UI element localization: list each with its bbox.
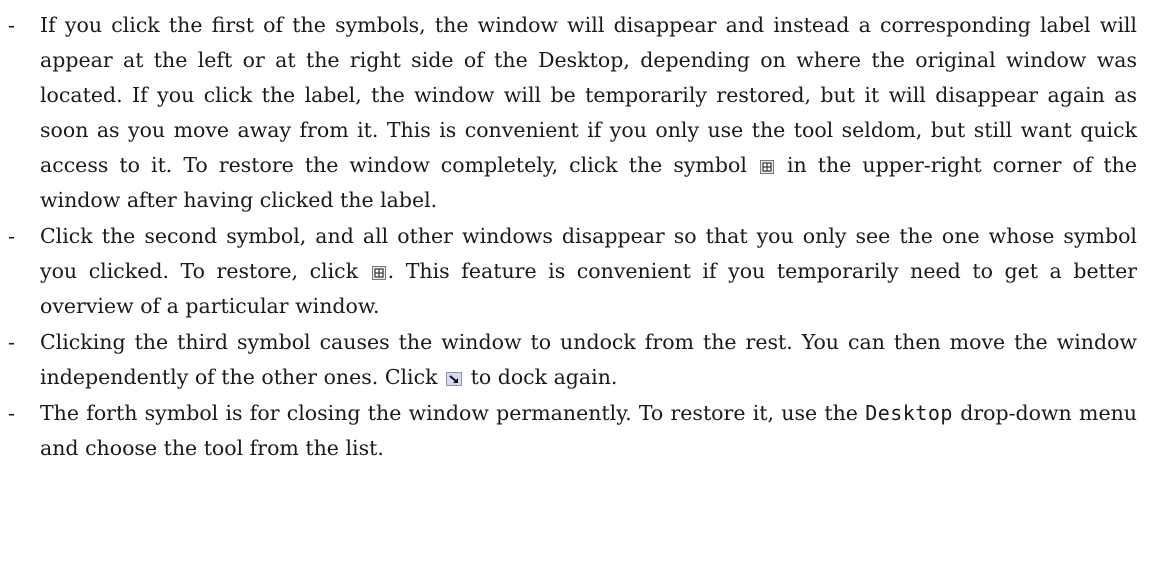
desktop-menu-name: Desktop — [865, 401, 953, 425]
restore-window-icon — [371, 266, 386, 280]
document-page: - If you click the first of the symbols,… — [0, 0, 1151, 580]
bullet-list: - If you click the first of the symbols,… — [0, 0, 1151, 466]
list-item-maximize-symbol: - Click the second symbol, and all other… — [0, 219, 1151, 324]
list-item-undock-symbol: - Clicking the third symbol causes the w… — [0, 325, 1151, 395]
list-item-close-symbol: - The forth symbol is for closing the wi… — [0, 396, 1151, 466]
bullet-text-continued: to dock again. — [470, 365, 618, 389]
bullet-dash: - — [8, 401, 15, 425]
bullet-dash: - — [8, 224, 15, 248]
bullet-dash: - — [8, 13, 15, 37]
restore-window-icon — [759, 160, 774, 174]
bullet-dash: - — [8, 330, 15, 354]
list-item-minimize-symbol: - If you click the first of the symbols,… — [0, 0, 1151, 218]
bullet-text: The forth symbol is for closing the wind… — [40, 401, 858, 425]
dock-arrow-icon — [446, 372, 463, 386]
